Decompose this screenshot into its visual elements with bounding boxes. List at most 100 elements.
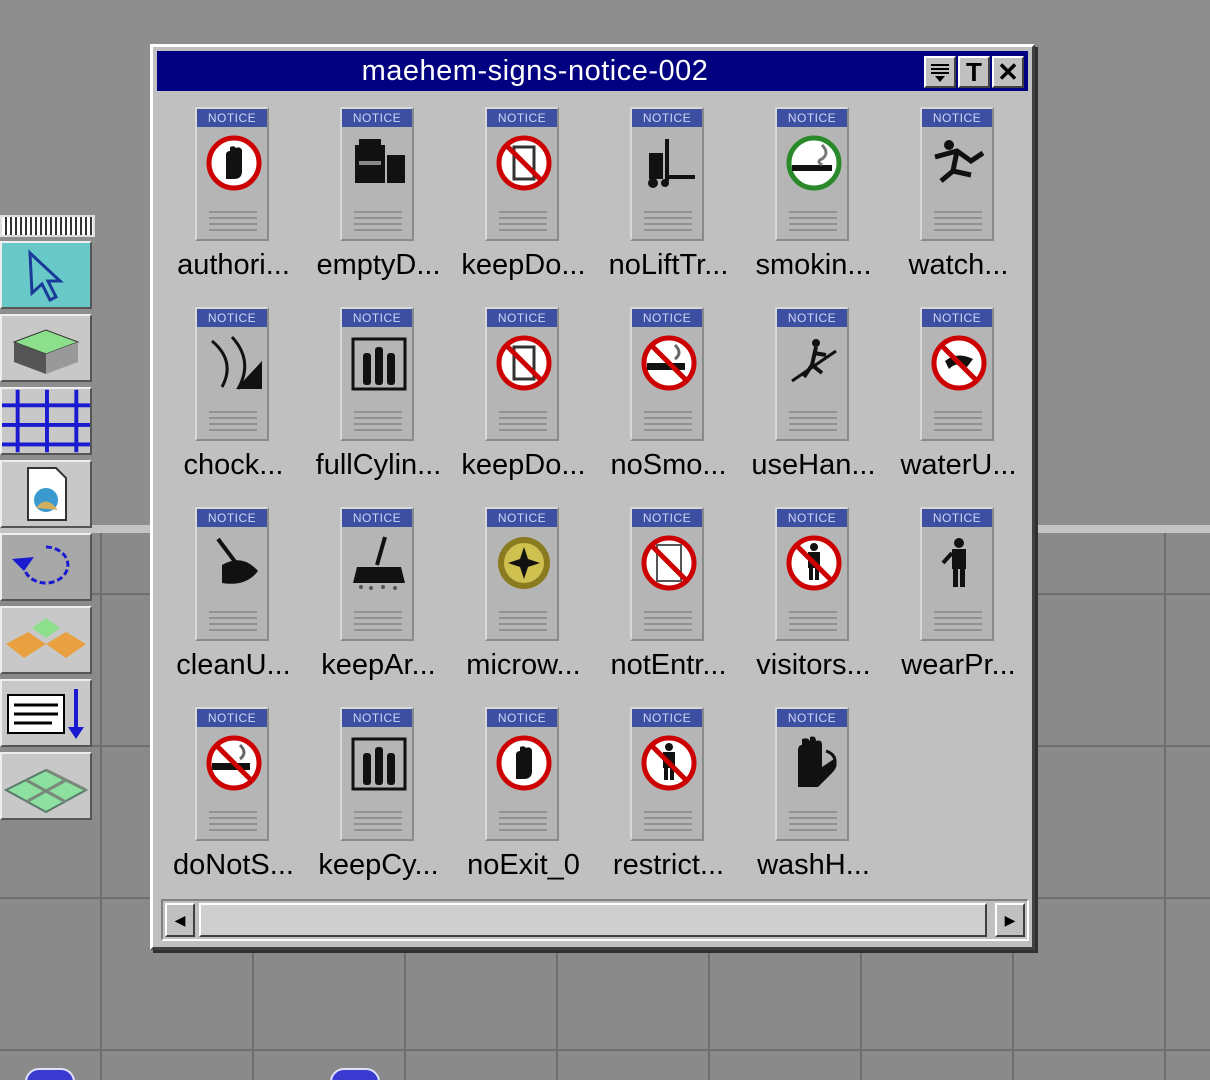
notice-sign-thumbnail: NOTICE — [775, 307, 849, 441]
item-label: emptyD... — [316, 249, 441, 281]
pin-button[interactable]: T — [958, 56, 990, 88]
palette-drag-handle[interactable] — [0, 215, 95, 237]
sign-thumbnail-item[interactable]: NOTICE useHan... — [741, 302, 886, 502]
notice-sign-thumbnail: NOTICE — [630, 507, 704, 641]
notice-header: NOTICE — [922, 509, 992, 527]
sign-fine-print — [499, 411, 547, 433]
no-water-icon — [931, 335, 987, 391]
sign-fine-print — [209, 211, 257, 233]
window-titlebar[interactable]: maehem-signs-notice-002 T ✕ — [157, 51, 1028, 91]
sign-thumbnail-item[interactable]: NOTICE visitors... — [741, 502, 886, 702]
sign-fine-print — [934, 611, 982, 633]
item-label: washH... — [757, 849, 870, 881]
slip-hazard-icon — [934, 140, 985, 183]
notice-header: NOTICE — [487, 709, 557, 727]
forklift-icon — [648, 139, 695, 188]
notice-header: NOTICE — [197, 509, 267, 527]
notice-header: NOTICE — [342, 709, 412, 727]
sign-thumbnail-item[interactable]: NOTICE noExit_0 — [451, 702, 596, 902]
collapse-button[interactable] — [924, 56, 956, 88]
microwave-hazard-icon — [498, 537, 550, 589]
list-tool-button[interactable] — [0, 679, 92, 747]
object-tool-button[interactable] — [0, 314, 92, 382]
close-button[interactable]: ✕ — [992, 56, 1024, 88]
select-tool-button[interactable] — [0, 241, 92, 309]
no-visitors-icon — [641, 735, 697, 791]
sign-thumbnail-item[interactable]: NOTICE authori... — [161, 102, 306, 302]
item-label: noExit_0 — [467, 849, 580, 881]
sign-fine-print — [354, 411, 402, 433]
scroll-left-arrow[interactable]: ◀ — [165, 903, 195, 937]
item-label: waterU... — [900, 449, 1017, 481]
asset-browser-window: maehem-signs-notice-002 T ✕ NOTICE author… — [150, 44, 1035, 950]
notice-sign-thumbnail: NOTICE — [340, 507, 414, 641]
grid-tool-button[interactable] — [0, 387, 92, 455]
sign-fine-print — [354, 811, 402, 833]
sign-thumbnail-item[interactable]: NOTICE washH... — [741, 702, 886, 902]
item-label: notEntr... — [610, 649, 727, 681]
notice-sign-thumbnail: NOTICE — [630, 707, 704, 841]
sign-fine-print — [934, 411, 982, 433]
item-label: keepDo... — [461, 449, 586, 481]
item-label: restrict... — [612, 849, 725, 881]
sign-fine-print — [644, 611, 692, 633]
hand-stop-icon — [206, 135, 262, 191]
rotate-tool-button[interactable] — [0, 533, 92, 601]
notice-header: NOTICE — [777, 709, 847, 727]
sign-thumbnail-item[interactable]: NOTICE smokin... — [741, 102, 886, 302]
terrain-tool-button[interactable] — [0, 752, 92, 820]
sign-fine-print — [499, 211, 547, 233]
sign-thumbnail-item[interactable]: NOTICE waterU... — [886, 302, 1031, 502]
sign-thumbnail-item[interactable]: NOTICE keepAr... — [306, 502, 451, 702]
notice-sign-thumbnail: NOTICE — [485, 507, 559, 641]
sign-fine-print — [789, 611, 837, 633]
notice-header: NOTICE — [632, 309, 702, 327]
sign-fine-print — [209, 611, 257, 633]
sign-thumbnail-item[interactable]: NOTICE notEntr... — [596, 502, 741, 702]
sign-thumbnail-item[interactable]: NOTICE microw... — [451, 502, 596, 702]
blocks-tool-button[interactable] — [0, 606, 92, 674]
item-label: noLiftTr... — [608, 249, 729, 281]
notice-header: NOTICE — [197, 309, 267, 327]
sign-thumbnail-item[interactable]: NOTICE keepCy... — [306, 702, 451, 902]
no-smoking-icon — [206, 735, 262, 791]
workspace-object[interactable] — [330, 1068, 380, 1080]
sign-thumbnail-item[interactable]: NOTICE chock... — [161, 302, 306, 502]
sign-thumbnail-item[interactable]: NOTICE noSmo... — [596, 302, 741, 502]
notice-header: NOTICE — [777, 509, 847, 527]
gas-cylinders-icon — [351, 737, 407, 791]
sign-thumbnail-item[interactable]: NOTICE cleanU... — [161, 502, 306, 702]
no-door-icon — [496, 335, 552, 391]
sign-thumbnail-item[interactable]: NOTICE restrict... — [596, 702, 741, 902]
collapse-icon — [931, 64, 949, 82]
sign-thumbnail-item[interactable]: NOTICE wearPr... — [886, 502, 1031, 702]
wash-hands-icon — [798, 736, 837, 787]
smoking-area-icon — [786, 135, 842, 191]
sign-fine-print — [644, 211, 692, 233]
tool-palette — [0, 215, 95, 825]
sign-fine-print — [499, 811, 547, 833]
notice-sign-thumbnail: NOTICE — [340, 107, 414, 241]
sign-thumbnail-item[interactable]: NOTICE noLiftTr... — [596, 102, 741, 302]
scroll-thumb[interactable] — [199, 903, 987, 937]
sign-thumbnail-item[interactable]: NOTICE keepDo... — [451, 102, 596, 302]
sign-thumbnail-item[interactable]: NOTICE watch... — [886, 102, 1031, 302]
sign-thumbnail-item[interactable]: NOTICE emptyD... — [306, 102, 451, 302]
notice-header: NOTICE — [342, 109, 412, 127]
terrain-grid-icon — [3, 768, 89, 814]
horizontal-scrollbar[interactable]: ◀ ▶ — [161, 899, 1029, 941]
notice-sign-thumbnail: NOTICE — [195, 107, 269, 241]
notice-header: NOTICE — [487, 109, 557, 127]
item-label: keepCy... — [318, 849, 439, 881]
workspace-object[interactable] — [25, 1068, 75, 1080]
sign-thumbnail-item[interactable]: NOTICE keepDo... — [451, 302, 596, 502]
sign-thumbnail-item[interactable]: NOTICE doNotS... — [161, 702, 306, 902]
item-label: authori... — [177, 249, 290, 281]
item-label: noSmo... — [610, 449, 727, 481]
document-tool-button[interactable] — [0, 460, 92, 528]
wheel-chock-icon — [211, 335, 262, 390]
notice-sign-thumbnail: NOTICE — [195, 307, 269, 441]
sign-thumbnail-item[interactable]: NOTICE fullCylin... — [306, 302, 451, 502]
scroll-right-arrow[interactable]: ▶ — [995, 903, 1025, 937]
no-door-icon — [496, 135, 552, 191]
